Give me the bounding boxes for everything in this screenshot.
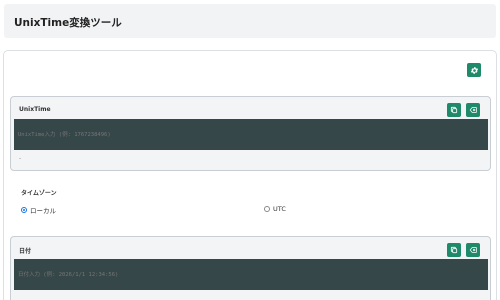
unixtime-label: UnixTime	[19, 106, 51, 113]
backspace-icon	[469, 107, 477, 113]
converter-card: UnixTime - タイムゾーン ローカル UTC 日付	[3, 50, 497, 300]
timezone-local-label: ローカル	[30, 207, 56, 215]
copy-icon	[450, 246, 458, 254]
page-title: UnixTime変換ツール	[14, 17, 122, 29]
gear-icon	[470, 66, 478, 74]
timezone-local-radio[interactable]: ローカル	[21, 205, 56, 215]
unixtime-result: -	[19, 155, 22, 162]
unixtime-clear-button[interactable]	[466, 103, 480, 117]
radio-checked-indicator	[21, 207, 27, 213]
date-input[interactable]	[14, 259, 488, 290]
timezone-utc-label: UTC	[273, 205, 286, 213]
copy-icon	[450, 106, 458, 114]
date-clear-button[interactable]	[466, 243, 480, 257]
settings-button[interactable]	[467, 63, 481, 77]
date-copy-button[interactable]	[447, 243, 461, 257]
unixtime-panel: UnixTime -	[10, 96, 491, 171]
unixtime-copy-button[interactable]	[447, 103, 461, 117]
timezone-label: タイムゾーン	[21, 190, 57, 197]
date-label: 日付	[19, 248, 32, 255]
unixtime-input[interactable]	[14, 119, 488, 150]
radio-unchecked-indicator	[264, 206, 270, 212]
timezone-utc-radio[interactable]: UTC	[264, 205, 286, 213]
date-panel: 日付	[10, 236, 491, 300]
backspace-icon	[469, 247, 477, 253]
app-header: UnixTime変換ツール	[4, 4, 496, 38]
